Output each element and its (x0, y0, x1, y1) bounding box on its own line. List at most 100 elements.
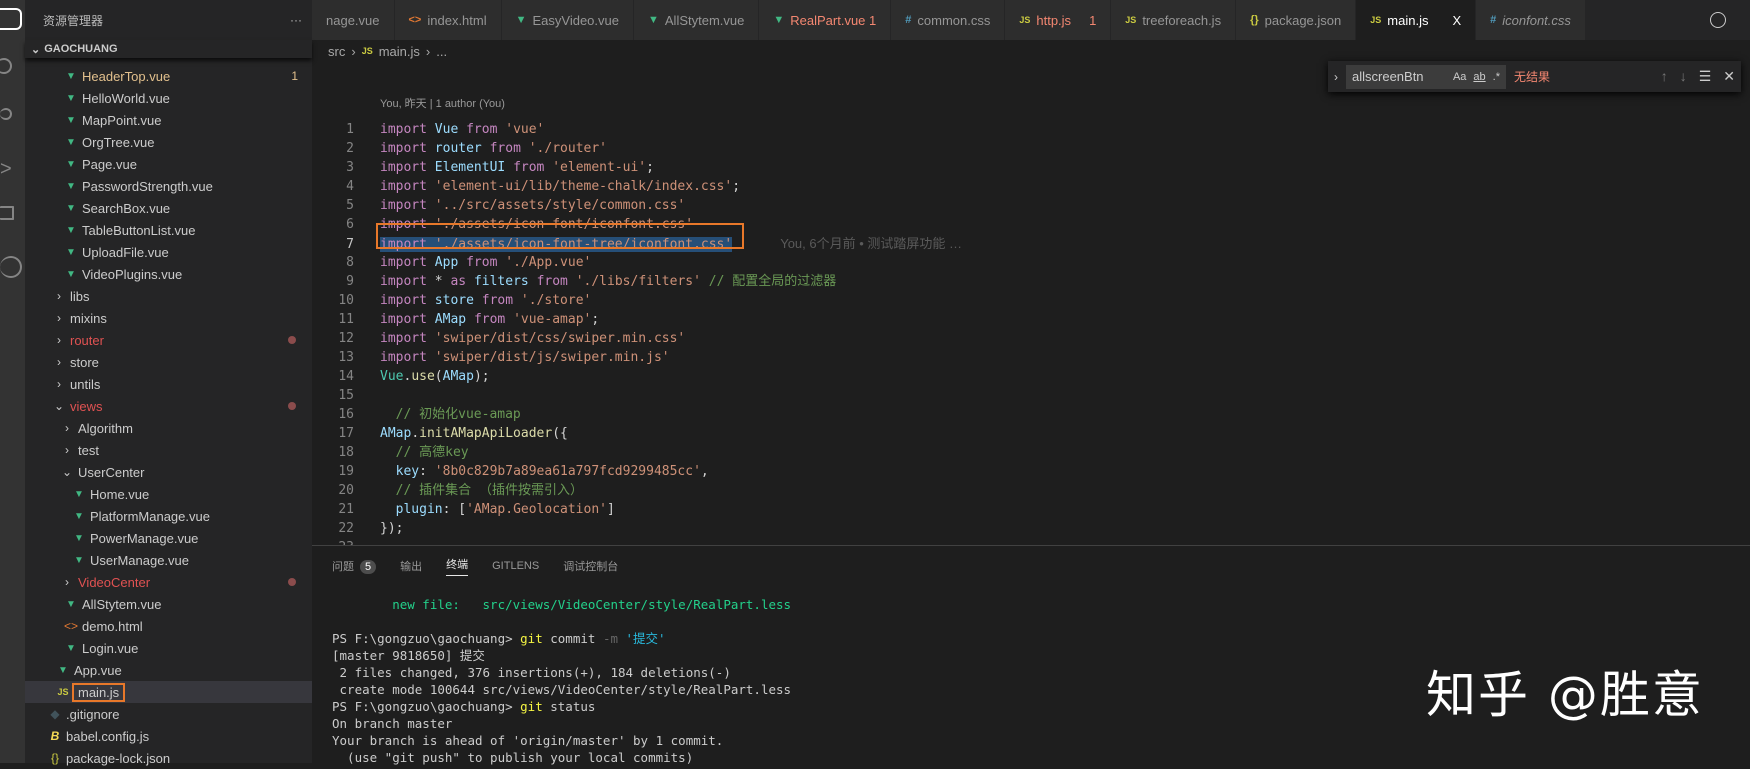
timeline-icon[interactable] (1710, 12, 1726, 28)
tree-item[interactable]: ›VideoCenter (25, 571, 312, 593)
find-input[interactable]: allscreenBtn Aa ab .* (1346, 65, 1506, 89)
code-line[interactable]: 5import '../src/assets/style/common.css' (312, 196, 1712, 215)
code-line[interactable]: 13import 'swiper/dist/js/swiper.min.js' (312, 348, 1712, 367)
tree-item[interactable]: ▼UserManage.vue (25, 549, 312, 571)
code-line[interactable]: 2import router from './router' (312, 139, 1712, 158)
tree-item[interactable]: ▼PasswordStrength.vue (25, 175, 312, 197)
tree-item[interactable]: ◆.gitignore (25, 703, 312, 725)
breadcrumb-symbol[interactable]: ... (436, 44, 447, 59)
remote-icon[interactable] (0, 256, 22, 278)
code-line[interactable]: 16 // 初始化vue-amap (312, 405, 1712, 424)
panel-tab-2[interactable]: 终端 (446, 556, 468, 576)
tab-index-html[interactable]: <>index.html (395, 0, 502, 40)
code-line[interactable]: 10import store from './store' (312, 291, 1712, 310)
code-line[interactable]: 4import 'element-ui/lib/theme-chalk/inde… (312, 177, 1712, 196)
tab-nage-vue[interactable]: nage.vue (312, 0, 395, 40)
tree-item[interactable]: ▼MapPoint.vue (25, 109, 312, 131)
tree-item[interactable]: ▼PowerManage.vue (25, 527, 312, 549)
tab-http-js[interactable]: JShttp.js1 (1005, 0, 1111, 40)
match-case-button[interactable]: Aa (1453, 71, 1466, 83)
tree-item[interactable]: ▼Login.vue (25, 637, 312, 659)
tree-item[interactable]: ⌄views (25, 395, 312, 417)
tree-item[interactable]: ›mixins (25, 307, 312, 329)
search-icon[interactable] (0, 58, 12, 74)
tree-item[interactable]: ▼AllStytem.vue (25, 593, 312, 615)
regex-button[interactable]: .* (1493, 71, 1500, 83)
tree-item[interactable]: ▼VideoPlugins.vue (25, 263, 312, 285)
panel-tab-3[interactable]: GITLENS (492, 560, 539, 572)
tree-item[interactable]: <>demo.html (25, 615, 312, 637)
tree-item[interactable]: ▼App.vue (25, 659, 312, 681)
tab-main-js[interactable]: JSmain.jsX (1356, 0, 1476, 40)
line-content: import 'swiper/dist/css/swiper.min.css' (380, 331, 685, 346)
explorer-icon[interactable] (0, 8, 22, 30)
extensions-icon[interactable] (0, 206, 14, 220)
tree-item[interactable]: ▼HeaderTop.vue1 (25, 65, 312, 87)
tab-realpart-vue-1[interactable]: ▼RealPart.vue 1 (759, 0, 891, 40)
code-line[interactable]: 12import 'swiper/dist/css/swiper.min.css… (312, 329, 1712, 348)
code-line[interactable]: 17AMap.initAMapApiLoader({ (312, 424, 1712, 443)
close-tab-button[interactable]: X (1452, 13, 1461, 28)
tree-item[interactable]: ›test (25, 439, 312, 461)
panel-tab-1[interactable]: 输出 (400, 558, 422, 574)
tree-item[interactable]: Bbabel.config.js (25, 725, 312, 747)
tree-item[interactable]: ›Algorithm (25, 417, 312, 439)
find-in-selection-icon[interactable]: ☰ (1699, 68, 1712, 85)
tree-item[interactable]: ⌄UserCenter (25, 461, 312, 483)
code-line[interactable]: 20 // 插件集合 （插件按需引入） (312, 481, 1712, 500)
tab-iconfont-css[interactable]: #iconfont.css (1476, 0, 1586, 40)
codelens-author[interactable]: You, 昨天 | 1 author (You) (380, 95, 505, 111)
tree-item[interactable]: ›store (25, 351, 312, 373)
code-line[interactable]: 19 key: '8b0c829b7a89ea61a797fcd9299485c… (312, 462, 1712, 481)
tree-item[interactable]: ▼UploadFile.vue (25, 241, 312, 263)
code-line[interactable]: 14Vue.use(AMap); (312, 367, 1712, 386)
tab-easyvideo-vue[interactable]: ▼EasyVideo.vue (502, 0, 634, 40)
terminal[interactable]: new file: src/views/VideoCenter/style/Re… (332, 596, 791, 766)
code-line[interactable]: 8import App from './App.vue' (312, 253, 1712, 272)
tree-item[interactable]: ▼HelloWorld.vue (25, 87, 312, 109)
panel-tab-0[interactable]: 问题5 (332, 558, 376, 574)
tree-item[interactable]: ›untils (25, 373, 312, 395)
line-number: 13 (312, 348, 354, 367)
problem-count-badge: 5 (360, 560, 376, 574)
tab-treeforeach-js[interactable]: JStreeforeach.js (1111, 0, 1236, 40)
breadcrumb-file[interactable]: main.js (379, 44, 420, 59)
tree-item[interactable]: ▼PlatformManage.vue (25, 505, 312, 527)
tab-common-css[interactable]: #common.css (891, 0, 1005, 40)
code-line[interactable]: 18 // 高德key (312, 443, 1712, 462)
breadcrumb-folder[interactable]: src (328, 44, 345, 59)
run-debug-icon[interactable]: > (0, 158, 22, 180)
previous-match-icon[interactable]: ↑ (1661, 68, 1668, 85)
vue-file-icon: ▼ (71, 511, 87, 522)
tab-package-json[interactable]: {}package.json (1236, 0, 1356, 40)
code-line[interactable]: 9import * as filters from './libs/filter… (312, 272, 1712, 291)
toggle-replace-icon[interactable]: › (1334, 70, 1338, 84)
match-whole-word-button[interactable]: ab (1473, 71, 1485, 83)
project-folder[interactable]: ⌄GAOCHUANG (25, 40, 312, 58)
tree-item[interactable]: ▼Page.vue (25, 153, 312, 175)
vue-file-icon: ▼ (71, 555, 87, 566)
tree-item[interactable]: ›libs (25, 285, 312, 307)
panel-tab-4[interactable]: 调试控制台 (563, 558, 618, 574)
tree-item[interactable]: ▼OrgTree.vue (25, 131, 312, 153)
code-line[interactable]: 21 plugin: ['AMap.Geolocation'] (312, 500, 1712, 519)
tab-label: iconfont.css (1502, 13, 1571, 28)
tree-item[interactable]: {}package-lock.json (25, 747, 312, 769)
code-line[interactable]: 1import Vue from 'vue' (312, 120, 1712, 139)
terminal-line: PS F:\gongzuo\gaochuang> git commit -m '… (332, 630, 791, 647)
tree-item[interactable]: ▼SearchBox.vue (25, 197, 312, 219)
close-icon[interactable]: ✕ (1723, 68, 1735, 85)
next-match-icon[interactable]: ↓ (1680, 68, 1687, 85)
code-line[interactable]: 22}); (312, 519, 1712, 538)
tree-item[interactable]: ▼Home.vue (25, 483, 312, 505)
tab-allstytem-vue[interactable]: ▼AllStytem.vue (634, 0, 759, 40)
code-line[interactable]: 11import AMap from 'vue-amap'; (312, 310, 1712, 329)
tree-item[interactable]: ›router (25, 329, 312, 351)
tree-item[interactable]: JSmain.js (25, 681, 312, 703)
code-line[interactable]: 15 (312, 386, 1712, 405)
code-line[interactable]: 3import ElementUI from 'element-ui'; (312, 158, 1712, 177)
more-actions-button[interactable]: ··· (290, 13, 302, 27)
tree-item[interactable]: ▼TableButtonList.vue (25, 219, 312, 241)
source-control-icon[interactable] (0, 108, 12, 120)
activity-bar: > (0, 0, 25, 763)
